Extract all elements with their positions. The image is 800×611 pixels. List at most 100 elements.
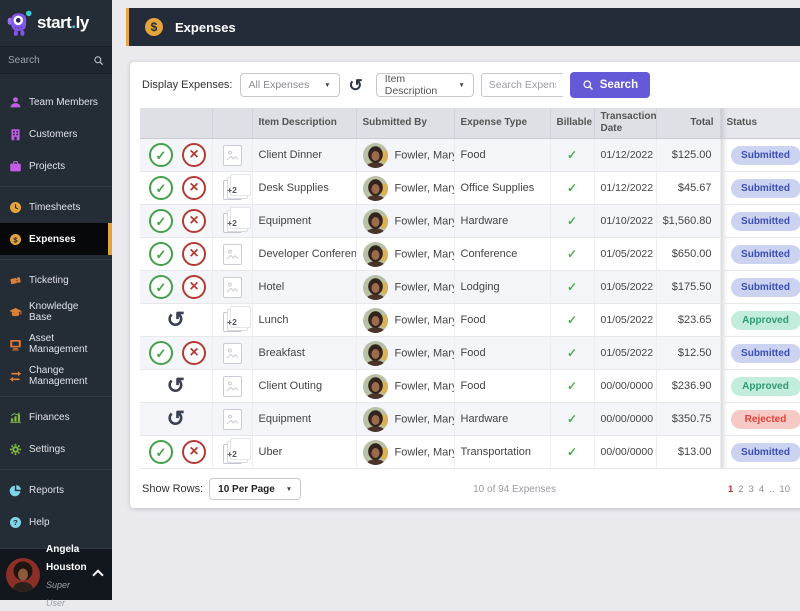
pie-chart-icon: [9, 484, 22, 497]
receipt-image-icon[interactable]: [223, 244, 242, 265]
reject-button[interactable]: [182, 176, 206, 200]
table-row: +2 Desk Supplies Fowler, Mary Office Sup…: [140, 172, 800, 205]
receipt-image-stack-icon[interactable]: +2: [223, 444, 242, 464]
display-expenses-select[interactable]: All Expenses ▼: [240, 73, 340, 97]
approve-button[interactable]: [149, 209, 173, 233]
swap-arrows-icon: [9, 370, 22, 383]
reject-button[interactable]: [182, 143, 206, 167]
monitor-icon: [9, 338, 22, 351]
briefcase-icon: [9, 160, 22, 173]
status-badge: Approved: [731, 377, 800, 396]
chevron-up-icon[interactable]: [92, 569, 103, 580]
reject-button[interactable]: [182, 440, 206, 464]
sidebar-item-ticketing[interactable]: Ticketing: [0, 264, 112, 296]
reject-button[interactable]: [182, 275, 206, 299]
approve-button[interactable]: [149, 176, 173, 200]
submitter-name: Fowler, Mary: [395, 248, 455, 260]
page-1[interactable]: 1: [728, 484, 733, 495]
refresh-button[interactable]: [347, 77, 365, 94]
item-description: Lunch: [259, 314, 289, 326]
receipt-image-icon[interactable]: [223, 376, 242, 397]
sidebar-item-reports[interactable]: Reports: [0, 474, 112, 506]
approve-button[interactable]: [149, 341, 173, 365]
search-expenses-input[interactable]: [481, 73, 563, 97]
row-actions: [140, 370, 212, 403]
page-ellipsis: ..: [769, 484, 774, 495]
undo-icon: [167, 408, 185, 430]
page-4[interactable]: 4: [759, 484, 764, 495]
submitter-name: Fowler, Mary: [395, 413, 455, 425]
table-header-row: Item Description Submitted By Expense Ty…: [140, 108, 800, 139]
sidebar-item-team-members[interactable]: Team Members: [0, 86, 112, 118]
sidebar-item-customers[interactable]: Customers: [0, 118, 112, 150]
billable-check-icon: [567, 148, 577, 162]
expense-type: Office Supplies: [454, 172, 550, 205]
sidebar-search-input[interactable]: [8, 55, 93, 66]
sidebar-item-finances[interactable]: Finances: [0, 401, 112, 433]
approve-button[interactable]: [149, 440, 173, 464]
sidebar-item-settings[interactable]: Settings: [0, 433, 112, 465]
undo-button[interactable]: [167, 408, 185, 430]
page-10[interactable]: 10: [779, 484, 790, 495]
receipt-image-stack-icon[interactable]: +2: [223, 312, 242, 332]
user-block[interactable]: Angela Houston Super User: [0, 548, 112, 600]
x-icon: [189, 180, 198, 196]
expense-type: Lodging: [454, 271, 550, 304]
expenses-table: Item Description Submitted By Expense Ty…: [140, 108, 800, 469]
receipt-image-stack-icon[interactable]: +2: [223, 180, 242, 200]
expense-type: Food: [454, 139, 550, 172]
reject-button[interactable]: [182, 209, 206, 233]
search-field-select[interactable]: Item Description ▼: [376, 73, 474, 97]
reject-button[interactable]: [182, 242, 206, 266]
receipt-image-icon[interactable]: [223, 277, 242, 298]
sidebar-item-help[interactable]: Help: [0, 506, 112, 538]
receipt-image-icon[interactable]: [223, 409, 242, 430]
approve-button[interactable]: [149, 242, 173, 266]
submitter-avatar: [363, 176, 388, 201]
approve-button[interactable]: [149, 143, 173, 167]
receipt-image-icon[interactable]: [223, 145, 242, 166]
billable-check-icon: [567, 379, 577, 393]
transaction-date: 00/00/0000: [594, 370, 656, 403]
row-actions: [140, 403, 212, 436]
expenses-table-body: Client Dinner Fowler, Mary Food 01/12/20…: [140, 139, 800, 469]
sidebar-item-change-management[interactable]: Change Management: [0, 360, 112, 392]
sidebar-item-knowledge-base[interactable]: Knowledge Base: [0, 296, 112, 328]
sidebar-item-timesheets[interactable]: Timesheets: [0, 191, 112, 223]
check-icon: [156, 347, 167, 360]
sidebar-item-expenses[interactable]: Expenses: [0, 223, 112, 255]
undo-button[interactable]: [167, 309, 185, 331]
receipt-image-stack-icon[interactable]: +2: [223, 213, 242, 233]
sidebar-item-asset-management[interactable]: Asset Management: [0, 328, 112, 360]
transaction-date: 01/05/2022: [594, 304, 656, 337]
submitter-avatar: [363, 242, 388, 267]
page-2[interactable]: 2: [738, 484, 743, 495]
table-row: Client Dinner Fowler, Mary Food 01/12/20…: [140, 139, 800, 172]
status-badge: Submitted: [731, 278, 800, 297]
user-role: Super User: [46, 580, 70, 608]
receipt-image-icon[interactable]: [223, 343, 242, 364]
x-icon: [189, 345, 198, 361]
sidebar-group: Finances Settings: [0, 396, 112, 469]
search-field-value: Item Description: [385, 73, 451, 97]
dollar-icon: [9, 233, 22, 246]
item-description: Desk Supplies: [259, 182, 329, 194]
expense-type: Food: [454, 304, 550, 337]
row-attachments: +2: [212, 436, 252, 469]
sidebar-item-projects[interactable]: Projects: [0, 150, 112, 182]
x-icon: [189, 147, 198, 163]
sidebar: start.ly Team Members Customers Projects…: [0, 0, 112, 600]
undo-button[interactable]: [167, 375, 185, 397]
approve-button[interactable]: [149, 275, 173, 299]
page-3[interactable]: 3: [749, 484, 754, 495]
rows-per-page-select[interactable]: 10 Per Page ▼: [209, 478, 301, 500]
reject-button[interactable]: [182, 341, 206, 365]
status-badge: Submitted: [731, 443, 800, 462]
submitter-name: Fowler, Mary: [395, 347, 455, 359]
table-row: Client Outing Fowler, Mary Food 00/00/00…: [140, 370, 800, 403]
search-button[interactable]: Search: [570, 72, 650, 98]
item-description: Equipment: [259, 413, 312, 425]
expense-type: Hardware: [454, 403, 550, 436]
col-billable: Billable: [550, 108, 594, 139]
col-attachments: [212, 108, 252, 139]
